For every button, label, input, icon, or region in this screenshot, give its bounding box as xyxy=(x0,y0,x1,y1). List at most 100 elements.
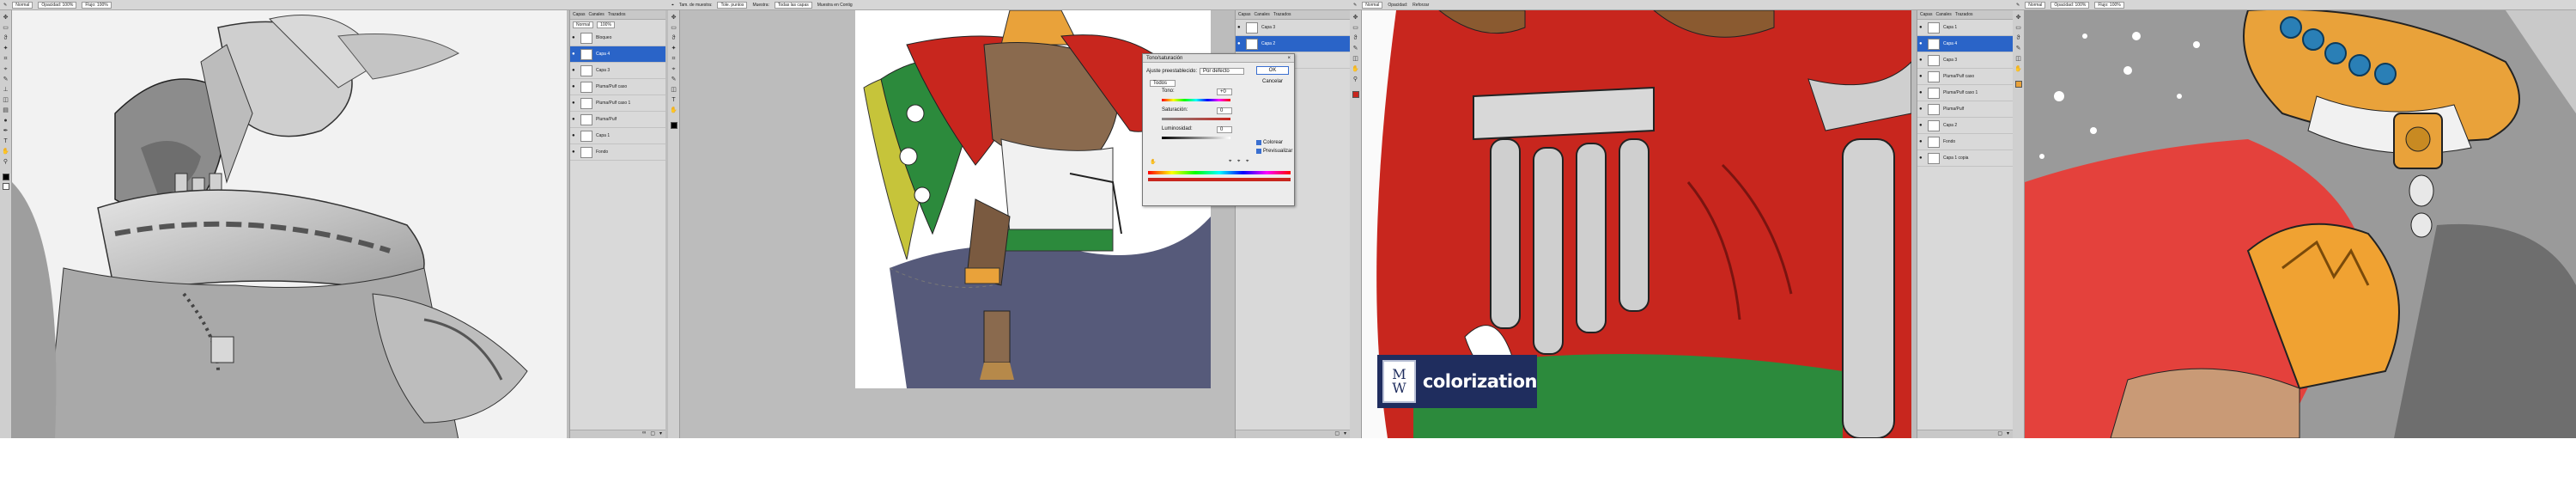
preview-checkbox[interactable]: Previsualizar xyxy=(1256,149,1292,154)
foreground-color-swatch[interactable] xyxy=(1352,91,1359,98)
sample-contiguous-checkbox[interactable]: Muestra en Contig xyxy=(817,3,853,8)
saturation-slider[interactable] xyxy=(1162,118,1230,120)
dodge-tool-icon[interactable]: ● xyxy=(2,117,9,125)
flow-field[interactable]: Flujo: 100% xyxy=(82,1,112,9)
visibility-eye-icon[interactable]: ● xyxy=(572,52,577,57)
foreground-color-swatch[interactable] xyxy=(2,174,9,180)
eyedropper-icon[interactable]: ⌖ xyxy=(1229,159,1231,165)
gradient-tool-icon[interactable]: ▤ xyxy=(2,107,9,114)
visibility-eye-icon[interactable]: ● xyxy=(572,149,577,155)
tab-paths[interactable]: Trazados xyxy=(1955,12,1973,17)
crop-tool-icon[interactable]: ⌗ xyxy=(2,55,9,63)
hand-tool-icon[interactable]: ✋ xyxy=(2014,65,2022,73)
eyedropper-tool-icon[interactable]: ⌖ xyxy=(670,65,677,73)
visibility-eye-icon[interactable]: ● xyxy=(1919,123,1924,128)
tab-layers[interactable]: Capas xyxy=(573,12,585,17)
link-layers-icon[interactable]: ∞ xyxy=(642,430,646,438)
layer-row[interactable]: ● Capa 3 xyxy=(1236,20,1350,36)
flow-field[interactable]: Flujo: 100% xyxy=(2094,1,2124,9)
layer-row[interactable]: ● Capa 3 xyxy=(570,63,665,79)
new-layer-icon[interactable]: ▢ xyxy=(650,430,655,438)
hand-tool-icon[interactable]: ✋ xyxy=(670,107,677,114)
visibility-eye-icon[interactable]: ● xyxy=(1919,107,1924,112)
layer-row[interactable]: ● Fondo xyxy=(570,144,665,161)
layer-row[interactable]: ● Capa 3 xyxy=(1917,52,2013,69)
wand-tool-icon[interactable]: ✦ xyxy=(670,45,677,52)
blend-mode-select[interactable]: Normal xyxy=(2025,1,2046,9)
layer-row[interactable]: ● Capa 2 xyxy=(1236,36,1350,52)
lasso-tool-icon[interactable]: ϑ xyxy=(670,34,677,42)
tab-layers[interactable]: Capas xyxy=(1238,12,1250,17)
layer-blend-select[interactable]: Normal xyxy=(573,21,594,28)
layer-row[interactable]: ● Capa 2 xyxy=(1917,118,2013,134)
layer-row[interactable]: ● Pluma/Pulf caso xyxy=(1917,69,2013,85)
layer-row[interactable]: ● Pluma/Pulf xyxy=(570,112,665,128)
lightness-value-field[interactable]: 0 xyxy=(1217,126,1232,133)
foreground-color-swatch[interactable] xyxy=(670,122,677,129)
colorize-checkbox[interactable]: Colorear xyxy=(1256,140,1283,145)
visibility-eye-icon[interactable]: ● xyxy=(572,35,577,40)
visibility-eye-icon[interactable]: ● xyxy=(1919,41,1924,46)
hue-slider[interactable] xyxy=(1162,99,1230,101)
blend-mode-select[interactable]: Normal xyxy=(1362,1,1383,9)
tab-channels[interactable]: Canales xyxy=(1254,12,1269,17)
pen-tool-icon[interactable]: ✒ xyxy=(2,127,9,135)
artwork-canvas-orange[interactable] xyxy=(2025,10,2576,438)
visibility-eye-icon[interactable]: ● xyxy=(572,133,577,138)
brush-tool-icon[interactable]: ✎ xyxy=(2,76,9,83)
reinforce-toggle[interactable]: Reforzar xyxy=(1413,3,1429,8)
new-layer-icon[interactable]: ▢ xyxy=(1997,430,2002,438)
layer-opacity-field[interactable]: 100% xyxy=(597,21,615,28)
layer-row[interactable]: ● Capa 4 xyxy=(1917,36,2013,52)
stamp-tool-icon[interactable]: ⊥ xyxy=(2,86,9,94)
tab-channels[interactable]: Canales xyxy=(1935,12,1951,17)
visibility-eye-icon[interactable]: ● xyxy=(1919,139,1924,144)
eyedropper-plus-icon[interactable]: ⌖ xyxy=(1237,159,1240,165)
brush-icon[interactable]: ✎ xyxy=(2016,3,2020,8)
layer-row[interactable]: ● Capa 1 xyxy=(570,128,665,144)
visibility-eye-icon[interactable]: ● xyxy=(572,117,577,122)
layer-row[interactable]: ● Capa 4 xyxy=(570,46,665,63)
layer-row[interactable]: ● Pluma/Pulf caso xyxy=(570,79,665,95)
visibility-eye-icon[interactable]: ● xyxy=(1919,58,1924,63)
new-layer-icon[interactable]: ▢ xyxy=(1334,430,1340,438)
visibility-eye-icon[interactable]: ● xyxy=(572,84,577,89)
brush-icon[interactable]: ✎ xyxy=(3,3,7,8)
foreground-color-swatch[interactable] xyxy=(2014,81,2022,88)
marquee-tool-icon[interactable]: ▭ xyxy=(670,24,677,32)
layer-row[interactable]: ● Capa 1 xyxy=(1917,20,2013,36)
hand-tool-icon[interactable]: ✋ xyxy=(1352,65,1359,73)
tab-channels[interactable]: Canales xyxy=(588,12,604,17)
artwork-canvas-grayscale[interactable] xyxy=(12,10,567,438)
blend-mode-select[interactable]: Normal xyxy=(12,1,33,9)
layer-row[interactable]: ● Pluma/Pulf caso 1 xyxy=(570,95,665,112)
type-tool-icon[interactable]: T xyxy=(2,137,9,145)
eraser-tool-icon[interactable]: ◫ xyxy=(2014,55,2022,63)
tab-layers[interactable]: Capas xyxy=(1920,12,1932,17)
opacity-field[interactable]: Opacidad: 100% xyxy=(2050,1,2090,9)
eraser-tool-icon[interactable]: ◫ xyxy=(670,86,677,94)
layer-row[interactable]: ● Pluma/Pulf xyxy=(1917,101,2013,118)
dialog-title-bar[interactable]: Tono/saturación × xyxy=(1143,54,1294,63)
brush-icon[interactable]: ✎ xyxy=(1353,3,1357,8)
visibility-eye-icon[interactable]: ● xyxy=(572,101,577,106)
eyedropper-tool-icon[interactable]: ⌖ xyxy=(2,65,9,73)
brush-tool-icon[interactable]: ✎ xyxy=(1352,45,1359,52)
lasso-tool-icon[interactable]: ϑ xyxy=(2,34,9,42)
hand-tool-icon[interactable]: ✋ xyxy=(2,148,9,156)
trash-icon[interactable]: ▾ xyxy=(659,430,662,438)
zoom-tool-icon[interactable]: ⚲ xyxy=(2,158,9,166)
type-tool-icon[interactable]: T xyxy=(670,96,677,104)
crop-tool-icon[interactable]: ⌗ xyxy=(670,55,677,63)
trash-icon[interactable]: ▾ xyxy=(1344,430,1346,438)
move-tool-icon[interactable]: ✥ xyxy=(2,14,9,21)
visibility-eye-icon[interactable]: ● xyxy=(1919,156,1924,161)
visibility-eye-icon[interactable]: ● xyxy=(1919,90,1924,95)
lightness-slider[interactable] xyxy=(1162,137,1230,139)
visibility-eye-icon[interactable]: ● xyxy=(1919,25,1924,30)
visibility-eye-icon[interactable]: ● xyxy=(1237,41,1242,46)
opacity-field[interactable]: Opacidad: 100% xyxy=(38,1,77,9)
trash-icon[interactable]: ▾ xyxy=(2007,430,2009,438)
visibility-eye-icon[interactable]: ● xyxy=(1919,74,1924,79)
hand-icon[interactable]: ✋ xyxy=(1150,159,1156,165)
